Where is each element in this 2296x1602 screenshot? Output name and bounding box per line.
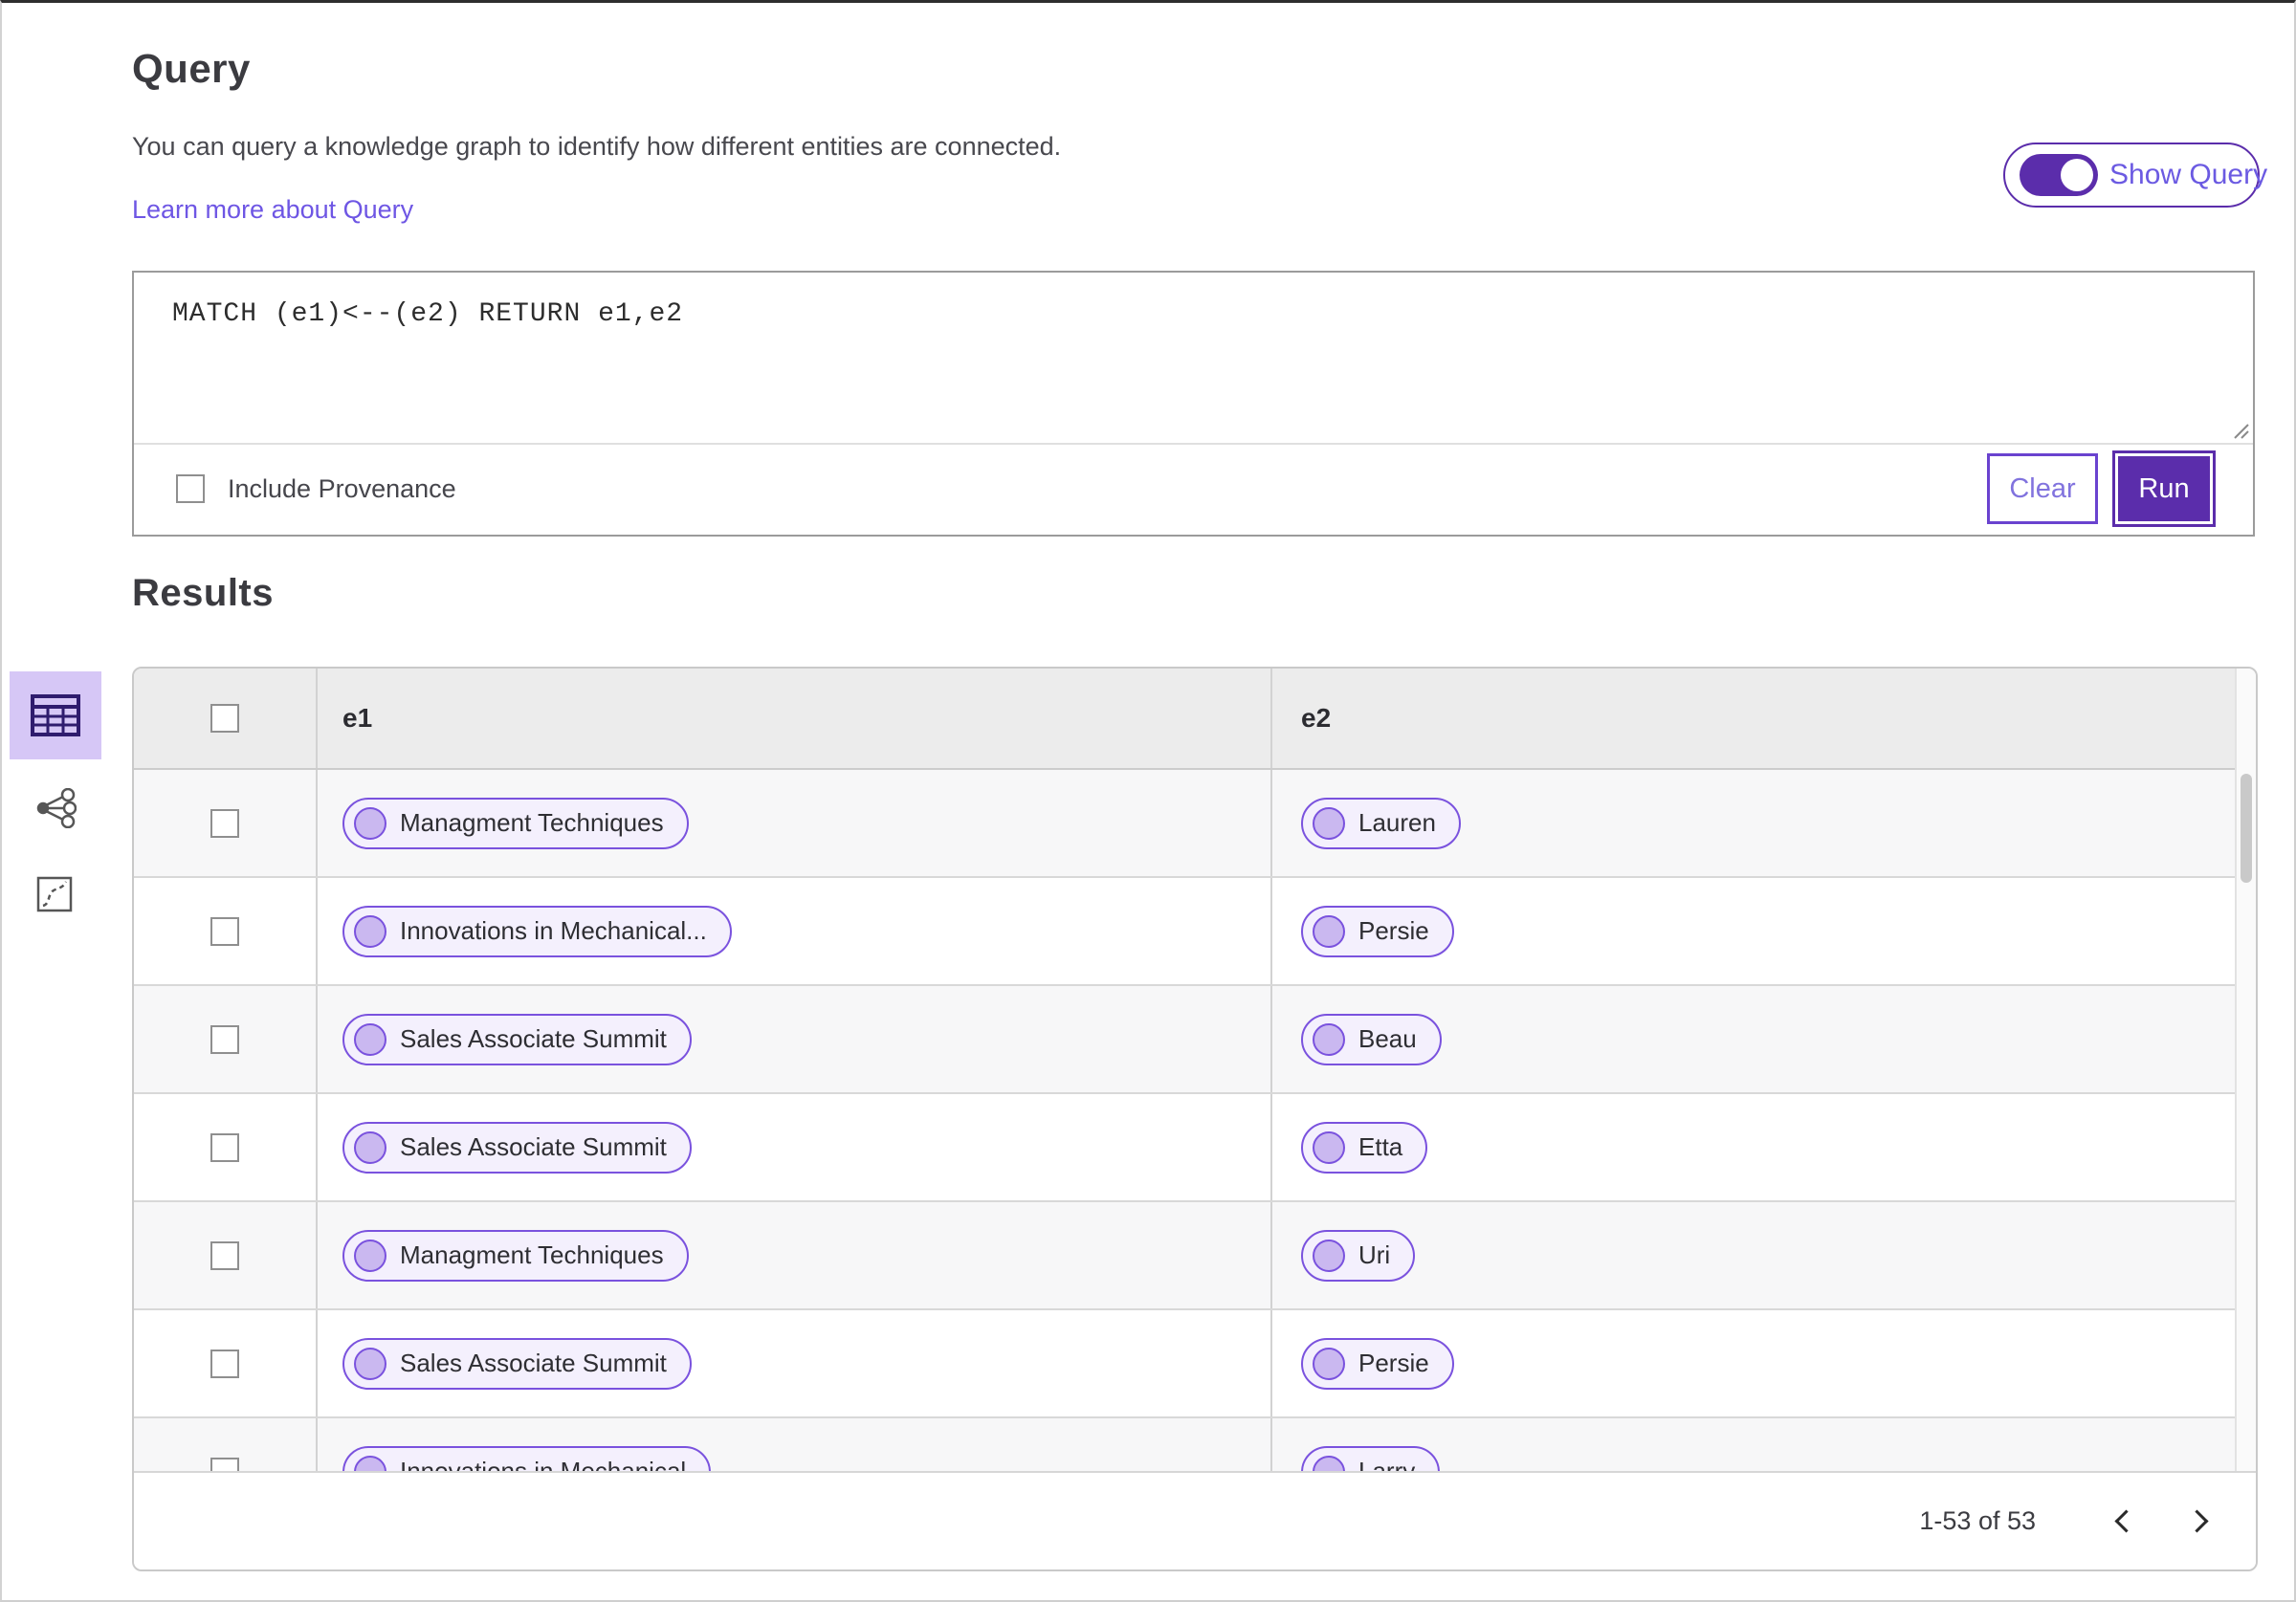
entity-label: Etta [1358, 1132, 1403, 1161]
entity-pill[interactable]: Lauren [1301, 797, 1461, 849]
entity-pill[interactable]: Sales Associate Summit [342, 1121, 692, 1174]
entity-pill[interactable]: Etta [1301, 1121, 1428, 1174]
pagination-bar: 1-53 of 53 [134, 1471, 2256, 1569]
entity-pill[interactable]: Larry [1301, 1445, 1441, 1471]
include-provenance-label: Include Provenance [228, 473, 456, 503]
entity-label: Larry [1358, 1457, 1416, 1471]
entity-label: Managment Techniques [400, 1240, 664, 1269]
entity-label: Managment Techniques [400, 808, 664, 837]
entity-node-icon [354, 1022, 386, 1056]
run-button[interactable]: Run [2115, 453, 2213, 524]
next-page-button[interactable] [2172, 1494, 2227, 1549]
table-row: Managment Techniques Uri [134, 1202, 2256, 1310]
query-page: Query You can query a knowledge graph to… [0, 0, 2296, 1602]
entity-label: Sales Associate Summit [400, 1132, 667, 1161]
header-cell-e2: e2 [1272, 669, 2256, 768]
table-header-row: e1 e2 [134, 669, 2256, 770]
entity-node-icon [354, 1239, 386, 1272]
entity-node-icon [1313, 914, 1345, 948]
table-row: Innovations in Mechanical Larry [134, 1418, 2256, 1471]
query-editor-panel: MATCH (e1)<--(e2) RETURN e1,e2 Include P… [132, 271, 2255, 537]
pagination-range: 1-53 of 53 [1919, 1506, 2036, 1535]
entity-node-icon [1313, 1455, 1345, 1471]
entity-node-icon [354, 914, 386, 948]
entity-pill[interactable]: Innovations in Mechanical [342, 1445, 712, 1471]
column-header-e1: e1 [342, 703, 373, 733]
entity-label: Beau [1358, 1024, 1417, 1053]
entity-pill[interactable]: Innovations in Mechanical... [342, 905, 732, 957]
query-editor[interactable]: MATCH (e1)<--(e2) RETURN e1,e2 [134, 273, 2253, 445]
entity-node-icon [1313, 1022, 1345, 1056]
toggle-knob [2061, 159, 2093, 191]
resize-grip-icon[interactable] [2227, 417, 2250, 440]
entity-node-icon [354, 1347, 386, 1380]
entity-label: Sales Associate Summit [400, 1349, 667, 1377]
chevron-left-icon [2113, 1509, 2138, 1533]
table-body: Managment Techniques Lauren Innovations … [134, 770, 2256, 1471]
entity-pill[interactable]: Managment Techniques [342, 797, 689, 849]
entity-node-icon [1313, 806, 1345, 840]
show-query-label: Show Query [2109, 159, 2268, 190]
row-checkbox[interactable] [210, 916, 239, 946]
select-all-checkbox[interactable] [210, 704, 239, 733]
table-row: Innovations in Mechanical... Persie [134, 878, 2256, 986]
entity-pill[interactable]: Sales Associate Summit [342, 1013, 692, 1065]
table-row: Sales Associate Summit Beau [134, 986, 2256, 1094]
previous-page-button[interactable] [2095, 1494, 2151, 1549]
entity-pill[interactable]: Persie [1301, 905, 1454, 957]
learn-more-link[interactable]: Learn more about Query [132, 195, 413, 225]
show-query-toggle-button[interactable]: Show Query [2003, 143, 2267, 208]
entity-pill[interactable]: Uri [1301, 1229, 1416, 1282]
query-text: MATCH (e1)<--(e2) RETURN e1,e2 [172, 299, 684, 329]
entity-pill[interactable]: Sales Associate Summit [342, 1337, 692, 1390]
row-checkbox[interactable] [210, 1132, 239, 1162]
table-row: Sales Associate Summit Persie [134, 1310, 2256, 1418]
entity-label: Lauren [1358, 808, 1436, 837]
entity-node-icon [354, 1130, 386, 1164]
entity-label: Innovations in Mechanical [400, 1457, 687, 1471]
entity-node-icon [354, 806, 386, 840]
header-cell-e1: e1 [318, 669, 1272, 768]
entity-label: Innovations in Mechanical... [400, 916, 707, 945]
results-table: e1 e2 Managment Techniques Lauren Innova… [132, 667, 2258, 1571]
table-row: Managment Techniques Lauren [134, 770, 2256, 878]
scrollbar-thumb[interactable] [2241, 774, 2252, 883]
row-checkbox[interactable] [210, 1349, 239, 1378]
query-footer: Include Provenance Clear Run [134, 443, 2253, 535]
include-provenance-checkbox[interactable] [176, 474, 205, 503]
entity-node-icon [354, 1455, 386, 1471]
column-header-e2: e2 [1301, 703, 1332, 733]
entity-pill[interactable]: Managment Techniques [342, 1229, 689, 1282]
table-row: Sales Associate Summit Etta [134, 1094, 2256, 1202]
table-view-tab[interactable] [10, 671, 101, 759]
page-title: Query [132, 46, 251, 91]
entity-pill[interactable]: Persie [1301, 1337, 1454, 1390]
table-view-icon [30, 693, 81, 737]
entity-label: Sales Associate Summit [400, 1024, 667, 1053]
map-view-icon [36, 876, 73, 912]
row-checkbox[interactable] [210, 1457, 239, 1471]
entity-node-icon [1313, 1239, 1345, 1272]
results-title: Results [132, 572, 274, 614]
graph-view-icon [36, 787, 77, 829]
clear-button[interactable]: Clear [1987, 453, 2098, 524]
chevron-right-icon [2184, 1509, 2209, 1533]
row-checkbox[interactable] [210, 1024, 239, 1054]
entity-node-icon [1313, 1130, 1345, 1164]
header-checkbox-cell [134, 669, 318, 768]
entity-label: Uri [1358, 1240, 1391, 1269]
entity-label: Persie [1358, 1349, 1429, 1377]
graph-view-tab[interactable] [36, 787, 77, 829]
entity-pill[interactable]: Beau [1301, 1013, 1442, 1065]
query-description: You can query a knowledge graph to ident… [132, 132, 1062, 161]
toggle-on-icon[interactable] [2020, 154, 2098, 196]
row-checkbox[interactable] [210, 808, 239, 838]
map-view-tab[interactable] [36, 876, 73, 912]
row-checkbox[interactable] [210, 1240, 239, 1270]
vertical-scrollbar[interactable] [2235, 669, 2256, 1471]
entity-label: Persie [1358, 916, 1429, 945]
entity-node-icon [1313, 1347, 1345, 1380]
